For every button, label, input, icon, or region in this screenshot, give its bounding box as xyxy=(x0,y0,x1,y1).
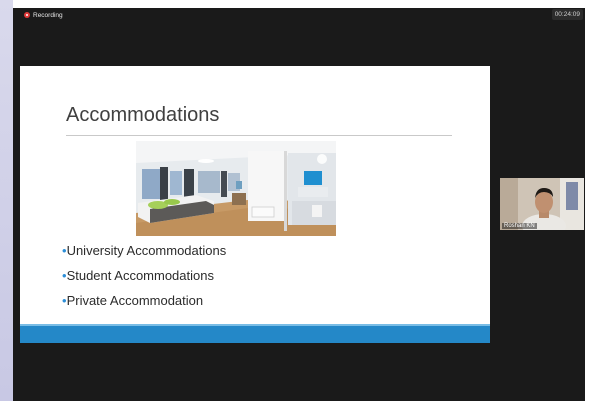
meeting-timer: 00:24:09 xyxy=(551,9,583,20)
room-photo xyxy=(136,141,336,236)
desktop-edge xyxy=(0,0,13,401)
meeting-window: Recording 00:24:09 Accommodations •Unive… xyxy=(13,8,585,401)
participant-video[interactable]: Roshan KN xyxy=(500,178,584,230)
slide-title: Accommodations xyxy=(66,104,220,126)
bullet-list: •University Accommodations •Student Acco… xyxy=(62,238,226,313)
list-item: •Private Accommodation xyxy=(62,293,204,308)
list-item: •Student Accommodations xyxy=(62,268,214,283)
participant-name: Roshan KN xyxy=(502,223,537,229)
title-divider xyxy=(66,135,452,136)
recording-label: Recording xyxy=(33,11,63,19)
list-item: •University Accommodations xyxy=(62,243,227,258)
slide-footer-bar xyxy=(20,324,490,343)
record-icon xyxy=(24,12,30,18)
shared-slide: Accommodations •University Accommodation… xyxy=(20,66,490,343)
recording-indicator[interactable]: Recording xyxy=(24,9,63,21)
